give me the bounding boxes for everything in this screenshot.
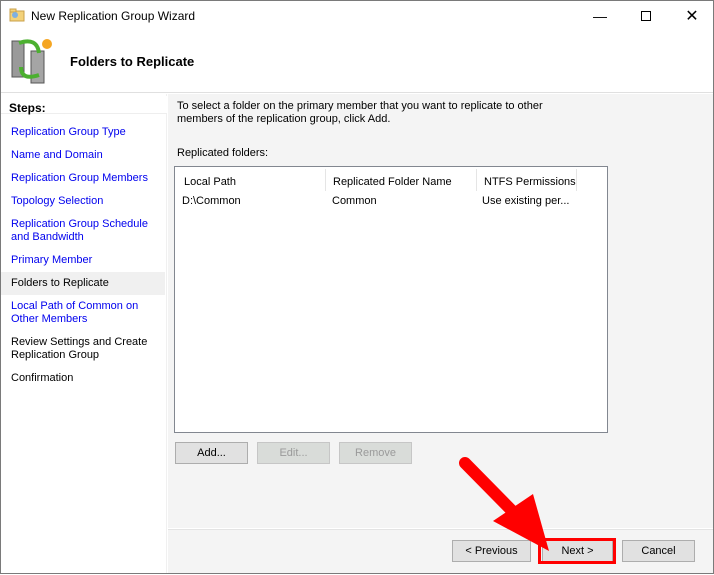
cell-local-path: D:\Common (182, 195, 241, 207)
step-replication-group-members[interactable]: Replication Group Members (1, 172, 165, 185)
page-title: Folders to Replicate (70, 54, 195, 69)
step-review-settings: Review Settings and Create Replication G… (11, 336, 148, 361)
replicated-folders-label: Replicated folders: (177, 147, 269, 159)
minimize-button[interactable]: — (577, 1, 623, 31)
minimize-icon: — (593, 8, 607, 24)
column-local-path[interactable]: Local Path (177, 169, 326, 191)
add-button[interactable]: Add... (175, 442, 248, 464)
step-replication-group-type[interactable]: Replication Group Type (1, 126, 165, 139)
footer-divider (168, 528, 713, 530)
step-name-and-domain[interactable]: Name and Domain (1, 149, 165, 162)
replicated-folders-list[interactable]: Local Path Replicated Folder Name NTFS P… (174, 166, 608, 433)
step-local-path[interactable]: Local Path of Common on Other Members (1, 300, 165, 326)
close-icon: ✕ (685, 8, 699, 25)
edit-button[interactable]: Edit... (257, 442, 330, 464)
cell-folder-name: Common (332, 195, 377, 207)
column-replicated-folder-name[interactable]: Replicated Folder Name (326, 169, 477, 191)
step-topology-selection[interactable]: Topology Selection (1, 195, 165, 208)
step-primary-member[interactable]: Primary Member (1, 254, 165, 267)
replication-servers-icon (11, 39, 52, 84)
window-title: New Replication Group Wizard (31, 9, 196, 23)
folder-app-icon (9, 8, 25, 22)
step-confirmation: Confirmation (11, 372, 74, 384)
cancel-button[interactable]: Cancel (622, 540, 695, 562)
previous-button[interactable]: < Previous (452, 540, 531, 562)
maximize-button[interactable] (623, 1, 669, 31)
maximize-icon (641, 11, 651, 21)
close-button[interactable]: ✕ (669, 1, 714, 31)
instructions-text: To select a folder on the primary member… (177, 100, 543, 125)
step-schedule-and-bandwidth[interactable]: Replication Group Schedule and Bandwidth (1, 218, 165, 244)
column-ntfs-permissions[interactable]: NTFS Permissions (477, 169, 577, 191)
steps-panel: Steps: (1, 94, 167, 573)
next-highlight-box (538, 538, 616, 564)
wizard-header: Folders to Replicate (1, 31, 713, 93)
remove-button[interactable]: Remove (339, 442, 412, 464)
step-folders-to-replicate: Folders to Replicate (1, 272, 165, 295)
steps-heading: Steps: (1, 96, 167, 115)
cell-ntfs-permissions: Use existing per... (482, 195, 570, 207)
title-bar: New Replication Group Wizard — ✕ (1, 1, 713, 31)
wizard-window: New Replication Group Wizard — ✕ Folders… (0, 0, 714, 574)
